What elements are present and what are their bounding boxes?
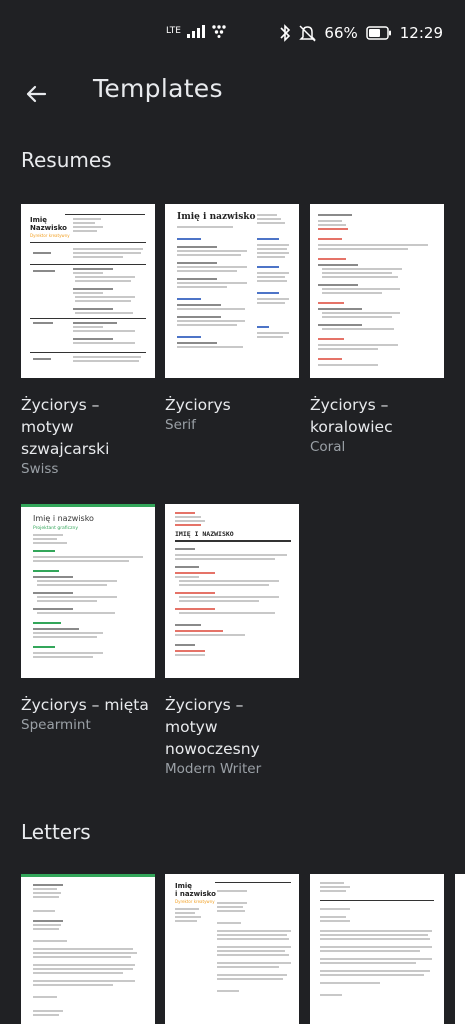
thumb-text: Projektant graficzny [33, 526, 78, 531]
template-thumbnail-letter-2: Imię i nazwisko Dyrektor kreatywny [165, 874, 299, 1024]
template-thumbnail-spearmint: Imię i nazwisko Projektant graficzny [21, 504, 155, 678]
template-style: Swiss [21, 461, 59, 477]
thumb-text: IMIĘ I NAZWISKO [175, 530, 234, 538]
system-indicators: 66% 12:29 [279, 24, 443, 42]
network-type: LTE [166, 25, 181, 36]
template-tile-spearmint[interactable]: Imię i nazwisko Projektant graficzny Życ… [21, 504, 155, 733]
battery-icon [366, 26, 391, 40]
thumb-text: Dyrektor kreatywny [175, 899, 215, 904]
template-style: Spearmint [21, 717, 91, 733]
battery-percentage: 66% [324, 24, 358, 42]
template-tile-modern-writer[interactable]: IMIĘ I NAZWISKO Życiorys – motyw nowocze… [165, 504, 299, 777]
template-name: Życiorys – motyw szwajcarski [21, 396, 110, 458]
template-style: Serif [165, 417, 196, 433]
thumb-text: Dyrektor kreatywny [30, 233, 70, 238]
wifi-dots-icon [212, 25, 226, 38]
template-tile-letter-1[interactable] [21, 874, 155, 1024]
mute-icon [299, 25, 317, 42]
template-style: Coral [310, 439, 346, 455]
template-name: Życiorys – mięta [21, 696, 149, 714]
template-name: Życiorys [165, 396, 231, 414]
thumb-text: Imię [30, 216, 48, 224]
bluetooth-icon [280, 24, 291, 42]
thumb-text: Nazwisko [30, 224, 67, 232]
template-thumbnail-letter-3 [310, 874, 444, 1024]
template-thumbnail-serif: Imię i nazwisko [165, 204, 299, 378]
template-thumbnail-swiss: Imię Nazwisko Dyrektor kreatywny [21, 204, 155, 378]
clock: 12:29 [399, 24, 443, 42]
template-tile-coral[interactable]: Życiorys – koralowiec Coral [310, 204, 444, 455]
thumb-text: Imię i nazwisko [177, 212, 256, 222]
template-tile-letter-4[interactable] [455, 874, 465, 1024]
template-thumbnail-letter-1 [21, 874, 155, 1024]
arrow-back-icon [26, 85, 47, 103]
template-style: Modern Writer [165, 761, 262, 777]
network-indicator: LTE [166, 24, 227, 38]
signal-icon [186, 25, 205, 38]
thumb-text: Imię [175, 882, 193, 890]
page-title: Templates [93, 74, 223, 103]
status-bar: LTE 66% 12:29 [0, 0, 465, 68]
template-tile-letter-3[interactable] [310, 874, 444, 1024]
section-title-resumes: Resumes [21, 148, 112, 172]
template-thumbnail-letter-4 [455, 874, 465, 1024]
template-thumbnail-modern-writer: IMIĘ I NAZWISKO [165, 504, 299, 678]
section-title-letters: Letters [21, 820, 91, 844]
thumb-text: i nazwisko [175, 890, 216, 898]
template-thumbnail-coral [310, 204, 444, 378]
template-name: Życiorys – motyw nowoczesny [165, 696, 260, 758]
template-tile-serif[interactable]: Imię i nazwisko Życiorys Serif [165, 204, 299, 433]
template-tile-swiss[interactable]: Imię Nazwisko Dyrektor kreatywny Życiory… [21, 204, 155, 477]
template-tile-letter-2[interactable]: Imię i nazwisko Dyrektor kreatywny [165, 874, 299, 1024]
thumb-text: Imię i nazwisko [33, 514, 94, 523]
template-name: Życiorys – koralowiec [310, 396, 393, 436]
app-bar: Templates [0, 68, 465, 116]
back-button[interactable] [16, 74, 56, 114]
